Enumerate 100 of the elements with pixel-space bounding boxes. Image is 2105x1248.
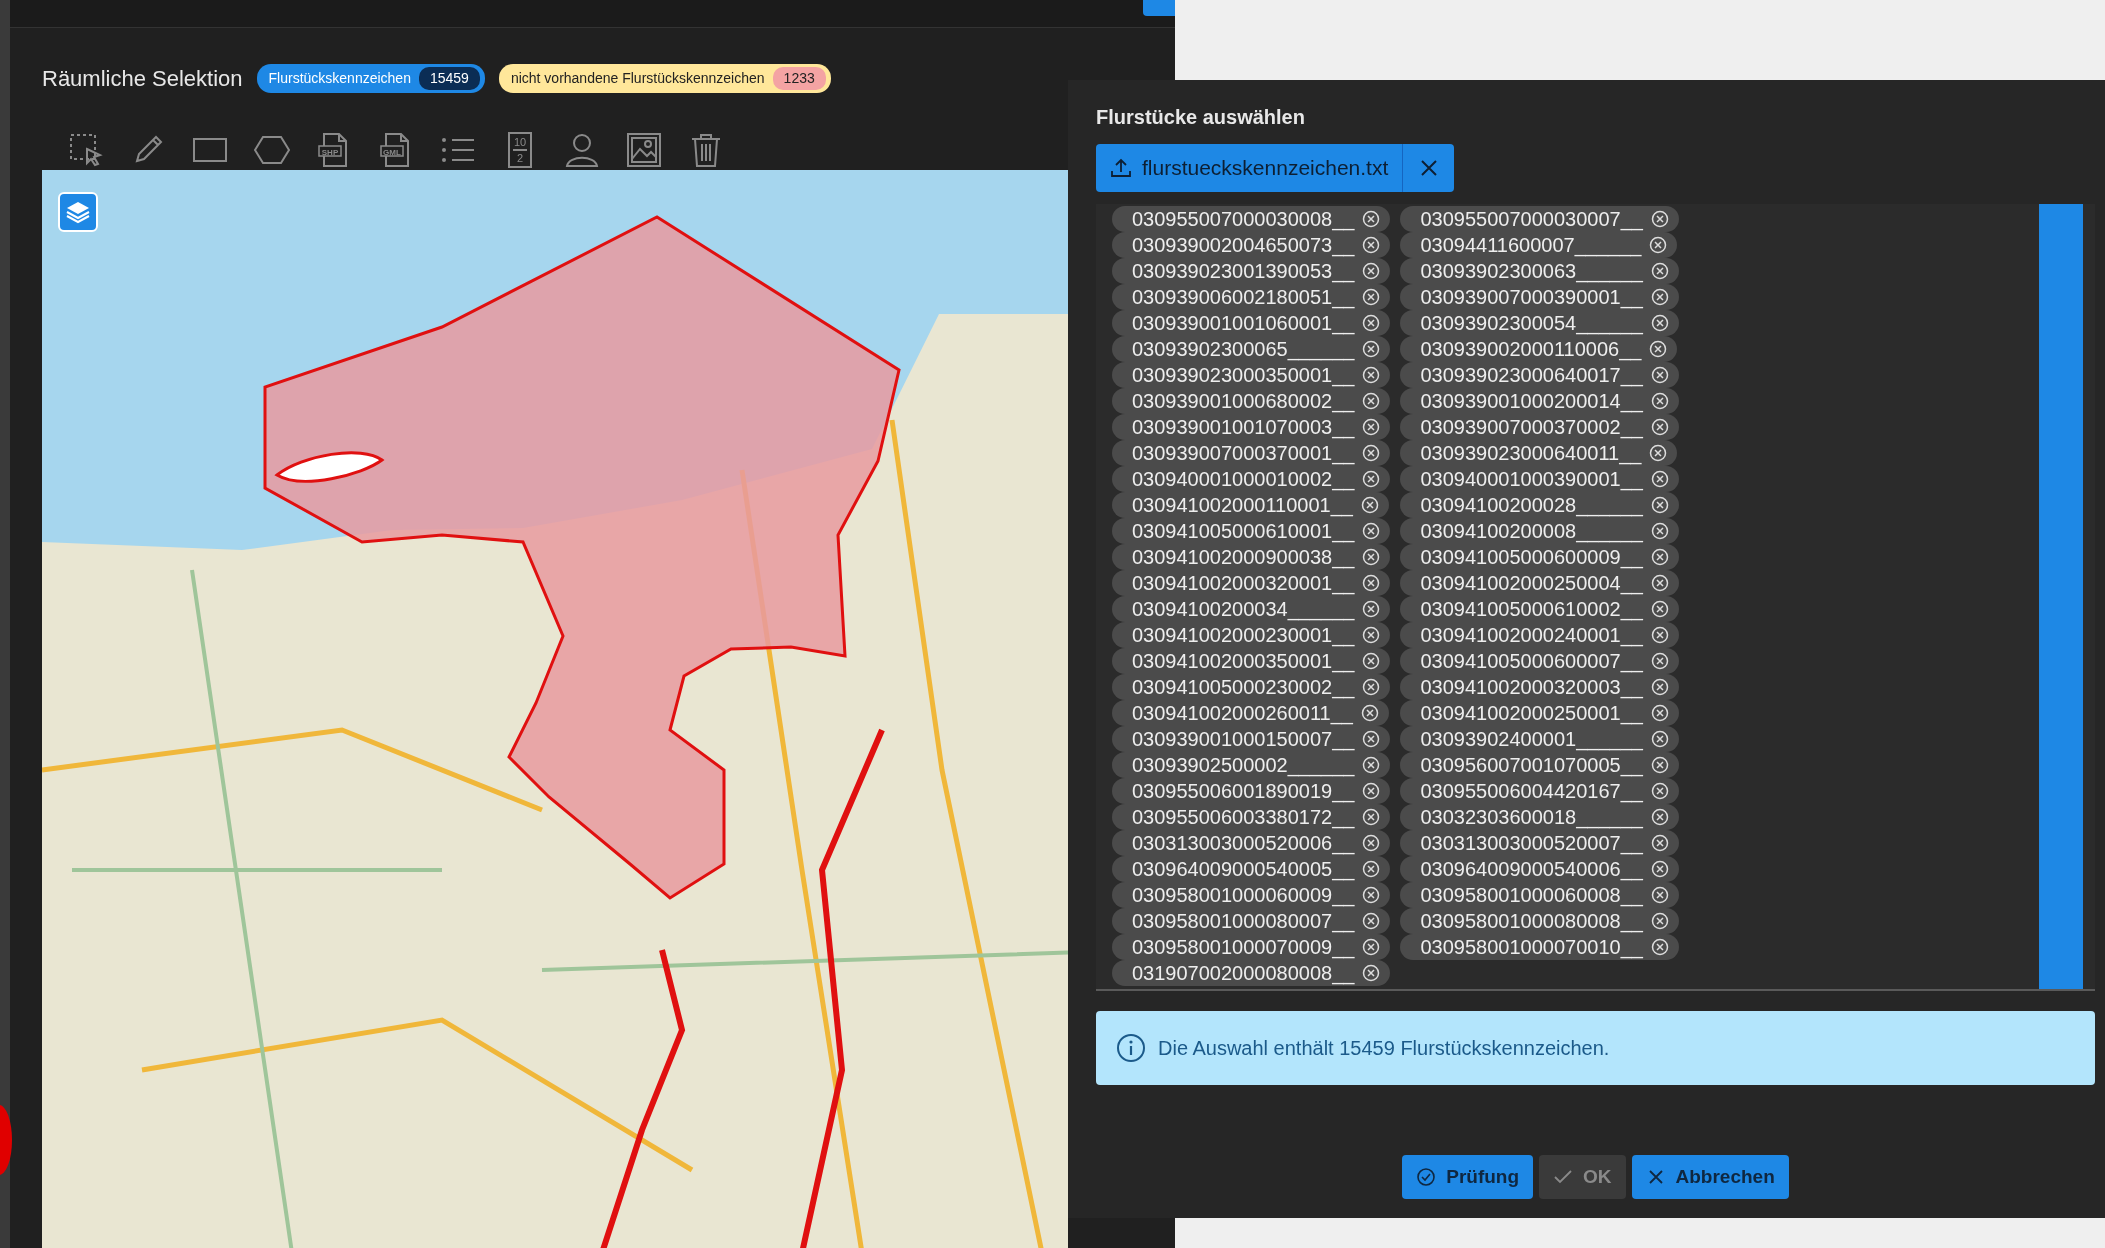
parcel-id: 030955007000030008__: [1132, 207, 1355, 233]
remove-button[interactable]: [1650, 756, 1669, 774]
remove-button[interactable]: [1650, 418, 1669, 436]
parcel-id: 030939001000680002__: [1132, 389, 1355, 415]
parcel-id: 030941002000250001__: [1420, 701, 1643, 727]
remove-button[interactable]: [1362, 288, 1381, 306]
parcel-id: 030941005000600009__: [1420, 545, 1643, 571]
remove-button[interactable]: [1650, 652, 1669, 670]
remove-button[interactable]: [1650, 730, 1669, 748]
remove-button[interactable]: [1362, 236, 1381, 254]
remove-button[interactable]: [1362, 730, 1381, 748]
remove-button[interactable]: [1650, 288, 1669, 306]
remove-button[interactable]: [1650, 210, 1669, 228]
parcel-id: 030939023000640017__: [1420, 363, 1643, 389]
remove-button[interactable]: [1361, 496, 1379, 514]
remove-button[interactable]: [1362, 964, 1381, 982]
remove-button[interactable]: [1650, 834, 1669, 852]
remove-button[interactable]: [1650, 314, 1669, 332]
image-tool-button[interactable]: [624, 130, 664, 170]
remove-button[interactable]: [1650, 938, 1669, 956]
remove-button[interactable]: [1362, 912, 1381, 930]
file-tool-button[interactable]: SHP: [314, 130, 354, 170]
remove-button[interactable]: [1650, 782, 1669, 800]
remove-button[interactable]: [1650, 704, 1669, 722]
check-button[interactable]: Prüfung: [1402, 1155, 1534, 1199]
parcel-id: 030958001000080008__: [1420, 909, 1643, 935]
remove-button[interactable]: [1650, 262, 1669, 280]
parcel-id: 030958001000070009__: [1132, 935, 1355, 961]
remove-button[interactable]: [1650, 860, 1669, 878]
remove-button[interactable]: [1362, 574, 1381, 592]
remove-button[interactable]: [1362, 652, 1381, 670]
parcel-id: 030941005000230002__: [1132, 675, 1355, 701]
parcel-id: 030939001000150007__: [1132, 727, 1355, 753]
parcel-id: 031907002000080008__: [1132, 961, 1355, 987]
scrollbar[interactable]: [2039, 204, 2083, 989]
remove-button[interactable]: [1362, 886, 1381, 904]
remove-button[interactable]: [1362, 470, 1381, 488]
remove-button[interactable]: [1362, 548, 1381, 566]
remove-button[interactable]: [1650, 600, 1669, 618]
remove-button[interactable]: [1650, 522, 1669, 540]
parcel-id: 030941002000350001__: [1132, 649, 1355, 675]
remove-button[interactable]: [1362, 808, 1381, 826]
layers-button[interactable]: [58, 192, 98, 232]
remove-button[interactable]: [1650, 496, 1669, 514]
remove-button[interactable]: [1650, 912, 1669, 930]
parcel-id: 030313003000520006__: [1132, 831, 1355, 857]
parcel-id: 030941002000320003__: [1420, 675, 1643, 701]
parcel-id: 030939002000110006__: [1420, 337, 1642, 363]
file-upload-button[interactable]: flurstueckskennzeichen.txt: [1096, 144, 1403, 192]
parcel-id: 03093902300065______: [1132, 337, 1355, 363]
remove-button[interactable]: [1362, 600, 1381, 618]
parcel-id: 030940001000010002__: [1132, 467, 1355, 493]
remove-button[interactable]: [1362, 314, 1381, 332]
parcel-id: 030941002000110001__: [1132, 493, 1353, 519]
remove-button[interactable]: [1362, 262, 1381, 280]
remove-button[interactable]: [1649, 236, 1668, 254]
remove-button[interactable]: [1649, 340, 1668, 358]
parcel-id: 030313003000520007__: [1420, 831, 1643, 857]
remove-button[interactable]: [1361, 704, 1379, 722]
parcel-id: 030939001000200014__: [1420, 389, 1643, 415]
remove-button[interactable]: [1362, 626, 1381, 644]
parcel-id: 03094411600007______: [1420, 233, 1642, 259]
file-tool-button[interactable]: GML: [376, 130, 416, 170]
remove-button[interactable]: [1362, 782, 1381, 800]
parcel-id: 030939001001060001__: [1132, 311, 1355, 337]
remove-button[interactable]: [1362, 418, 1381, 436]
remove-button[interactable]: [1362, 938, 1381, 956]
remove-button[interactable]: [1362, 834, 1381, 852]
parcel-id: 03093902500002______: [1132, 753, 1355, 779]
parcel-id: 030955006003380172__: [1132, 805, 1355, 831]
remove-button[interactable]: [1362, 392, 1381, 410]
remove-button[interactable]: [1362, 210, 1381, 228]
remove-button[interactable]: [1650, 808, 1669, 826]
remove-button[interactable]: [1650, 886, 1669, 904]
remove-button[interactable]: [1650, 548, 1669, 566]
remove-button[interactable]: [1650, 678, 1669, 696]
remove-button[interactable]: [1650, 392, 1669, 410]
remove-button[interactable]: [1362, 444, 1381, 462]
parcel-id: 030939002004650073__: [1132, 233, 1355, 259]
remove-button[interactable]: [1362, 756, 1381, 774]
parcel-id: 030939007000370002__: [1420, 415, 1643, 441]
clear-file-button[interactable]: [1402, 144, 1455, 192]
remove-button[interactable]: [1649, 444, 1668, 462]
parcel-id: 030964009000540006__: [1420, 857, 1643, 883]
remove-button[interactable]: [1650, 470, 1669, 488]
parcel-id: 030958001000070010__: [1420, 935, 1643, 961]
remove-button[interactable]: [1362, 366, 1381, 384]
remove-button[interactable]: [1362, 678, 1381, 696]
remove-button[interactable]: [1362, 522, 1381, 540]
layers-icon: [65, 199, 91, 225]
remove-button[interactable]: [1650, 626, 1669, 644]
parcel-id: 030956007001070005__: [1420, 753, 1643, 779]
check-circle-icon: [1416, 1167, 1437, 1187]
remove-button[interactable]: [1362, 340, 1381, 358]
remove-button[interactable]: [1650, 366, 1669, 384]
remove-button[interactable]: [1362, 860, 1381, 878]
badge-label: Flurstückskennzeichen: [268, 68, 411, 88]
remove-button[interactable]: [1650, 574, 1669, 592]
info-message: Die Auswahl enthält 15459 Flurstückskennzeichen.: [1158, 1036, 1610, 1061]
cancel-button[interactable]: Abbrechen: [1631, 1155, 1789, 1199]
